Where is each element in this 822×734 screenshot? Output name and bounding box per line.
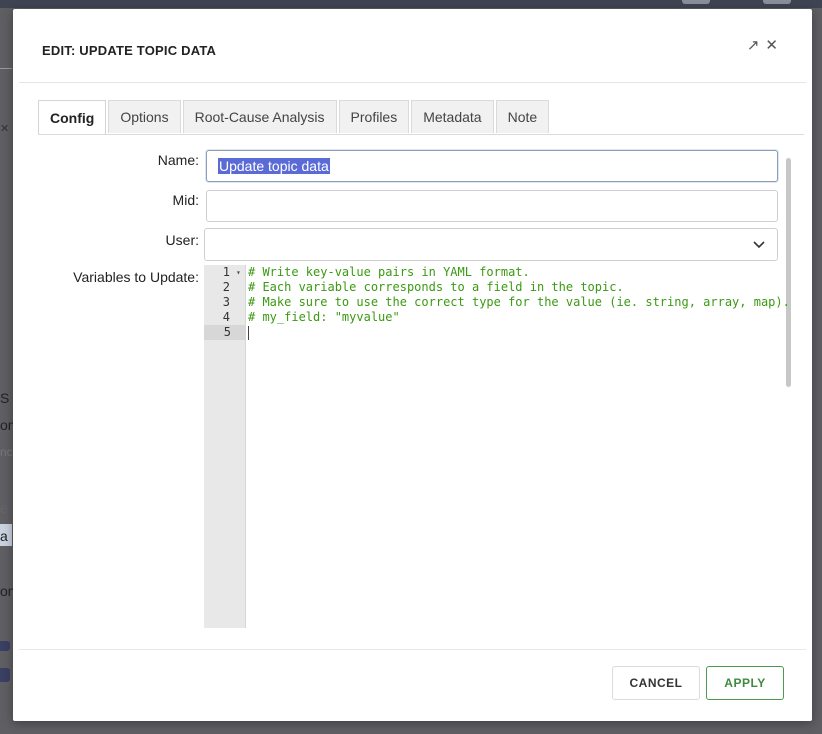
mid-label: Mid: (172, 192, 199, 208)
tab-bar: Config Options Root-Cause Analysis Profi… (38, 100, 551, 135)
name-input-value: Update topic data (218, 158, 330, 174)
expand-icon[interactable]: ↗ (747, 38, 760, 54)
apply-button[interactable]: APPLY (706, 666, 784, 700)
background-text: a (0, 528, 8, 544)
app-top-bar (0, 0, 822, 8)
header-divider (19, 82, 806, 83)
background-text: S (0, 390, 10, 406)
form-scrollbar[interactable] (786, 158, 791, 387)
user-label: User: (165, 232, 199, 248)
tab-note[interactable]: Note (495, 100, 550, 133)
line-number: 4 (222, 310, 230, 324)
line-number: 2 (222, 280, 230, 294)
background-divider (0, 68, 12, 69)
name-input[interactable]: Update topic data (206, 150, 778, 182)
tab-root-cause-analysis[interactable]: Root-Cause Analysis (182, 100, 337, 133)
mid-input[interactable] (206, 190, 778, 222)
background-text: e (0, 500, 8, 516)
modal-header-actions: ↗ ✕ (747, 38, 778, 54)
fold-toggle-icon[interactable]: ▾ (236, 268, 241, 277)
footer-divider (19, 649, 806, 650)
background-text: nc (0, 445, 13, 459)
background-badge (0, 641, 10, 651)
yaml-code-editor[interactable]: 1 ▾ 2 3 4 5 # Write key-value pairs in Y… (204, 265, 790, 628)
tab-profiles[interactable]: Profiles (338, 100, 410, 133)
top-bar-chip (682, 0, 710, 4)
tab-options[interactable]: Options (108, 100, 181, 133)
background-close-icon: ✕ (0, 123, 10, 135)
code-line: # Make sure to use the correct type for … (248, 295, 790, 309)
modal-title: EDIT: UPDATE TOPIC DATA (42, 43, 217, 58)
cancel-button[interactable]: CANCEL (612, 666, 700, 700)
text-cursor (248, 326, 249, 340)
user-select[interactable] (204, 228, 778, 261)
line-number-active: 5 (204, 325, 245, 340)
top-bar-chip (763, 0, 791, 4)
line-number: 1 (222, 265, 230, 279)
tab-metadata[interactable]: Metadata (411, 100, 494, 133)
close-icon[interactable]: ✕ (765, 38, 778, 54)
tabs-underline (38, 134, 804, 135)
tab-config[interactable]: Config (38, 100, 107, 135)
line-number: 3 (222, 295, 230, 309)
editor-gutter: 1 ▾ 2 3 4 5 (204, 265, 246, 628)
code-line: # Write key-value pairs in YAML format. (248, 265, 530, 279)
code-line: # Each variable corresponds to a field i… (248, 280, 624, 294)
edit-modal: EDIT: UPDATE TOPIC DATA ↗ ✕ Config Optio… (13, 9, 812, 721)
background-badge (0, 668, 10, 682)
chevron-down-icon (753, 241, 765, 249)
name-label: Name: (157, 152, 199, 168)
code-line: # my_field: "myvalue" (248, 310, 400, 324)
variables-label: Variables to Update: (73, 269, 199, 285)
